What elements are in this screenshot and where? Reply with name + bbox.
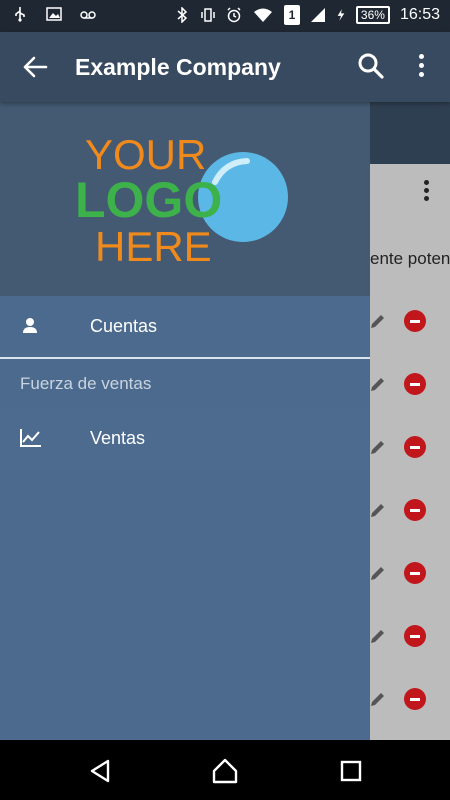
alarm-icon [227, 7, 241, 23]
logo-line3: HERE [95, 223, 212, 267]
navigation-drawer: YOUR LOGO HERE Cuentas Fuerza de ventas … [0, 102, 370, 740]
sim-slot-icon: 1 [283, 5, 300, 25]
more-options-icon[interactable] [415, 54, 427, 80]
divider [0, 357, 370, 359]
background-more-icon [424, 180, 430, 202]
wifi-icon [253, 8, 272, 22]
recents-nav-icon[interactable] [338, 758, 364, 784]
drawer-item-cuentas[interactable]: Cuentas [0, 296, 370, 358]
search-icon[interactable] [357, 52, 385, 80]
delete-icon[interactable] [404, 562, 426, 584]
drawer-header: YOUR LOGO HERE [0, 102, 370, 296]
home-nav-icon[interactable] [212, 758, 238, 784]
edit-icon[interactable] [369, 438, 387, 456]
edit-icon[interactable] [369, 375, 387, 393]
section-header: Fuerza de ventas [20, 374, 152, 393]
user-icon [23, 318, 37, 333]
delete-icon[interactable] [404, 310, 426, 332]
back-nav-icon[interactable] [88, 758, 114, 784]
delete-icon[interactable] [404, 625, 426, 647]
chart-icon [20, 429, 41, 447]
clock: 16:53 [399, 6, 440, 23]
vibrate-icon [201, 8, 215, 22]
delete-icon[interactable] [404, 373, 426, 395]
voicemail-icon [80, 11, 96, 19]
edit-icon[interactable] [369, 627, 387, 645]
system-nav-bar [0, 740, 450, 800]
app-bar: Example Company [0, 32, 450, 102]
edit-icon[interactable] [369, 564, 387, 582]
image-icon [46, 7, 62, 21]
company-logo: YOUR LOGO HERE [75, 131, 288, 267]
edit-icon[interactable] [369, 501, 387, 519]
app-title: Example Company [75, 54, 281, 80]
edit-icon[interactable] [369, 312, 387, 330]
charging-icon [337, 9, 345, 21]
logo-line2: LOGO [75, 172, 222, 228]
logo-line1: YOUR [85, 131, 206, 178]
drawer-item-label: Cuentas [90, 316, 158, 336]
signal-icon [310, 8, 325, 22]
status-bar: 1 36% 16:53 [0, 0, 450, 32]
delete-icon[interactable] [404, 436, 426, 458]
delete-icon[interactable] [404, 688, 426, 710]
drawer-item-label: Ventas [90, 428, 146, 448]
delete-icon[interactable] [404, 499, 426, 521]
usb-icon [15, 7, 25, 22]
battery-level: 36% [355, 6, 390, 24]
edit-icon[interactable] [369, 690, 387, 708]
background-column-header: ente poten [370, 249, 450, 268]
drawer-item-ventas[interactable]: Ventas [0, 408, 370, 470]
back-arrow-icon[interactable] [22, 54, 48, 80]
bluetooth-icon [177, 7, 188, 23]
